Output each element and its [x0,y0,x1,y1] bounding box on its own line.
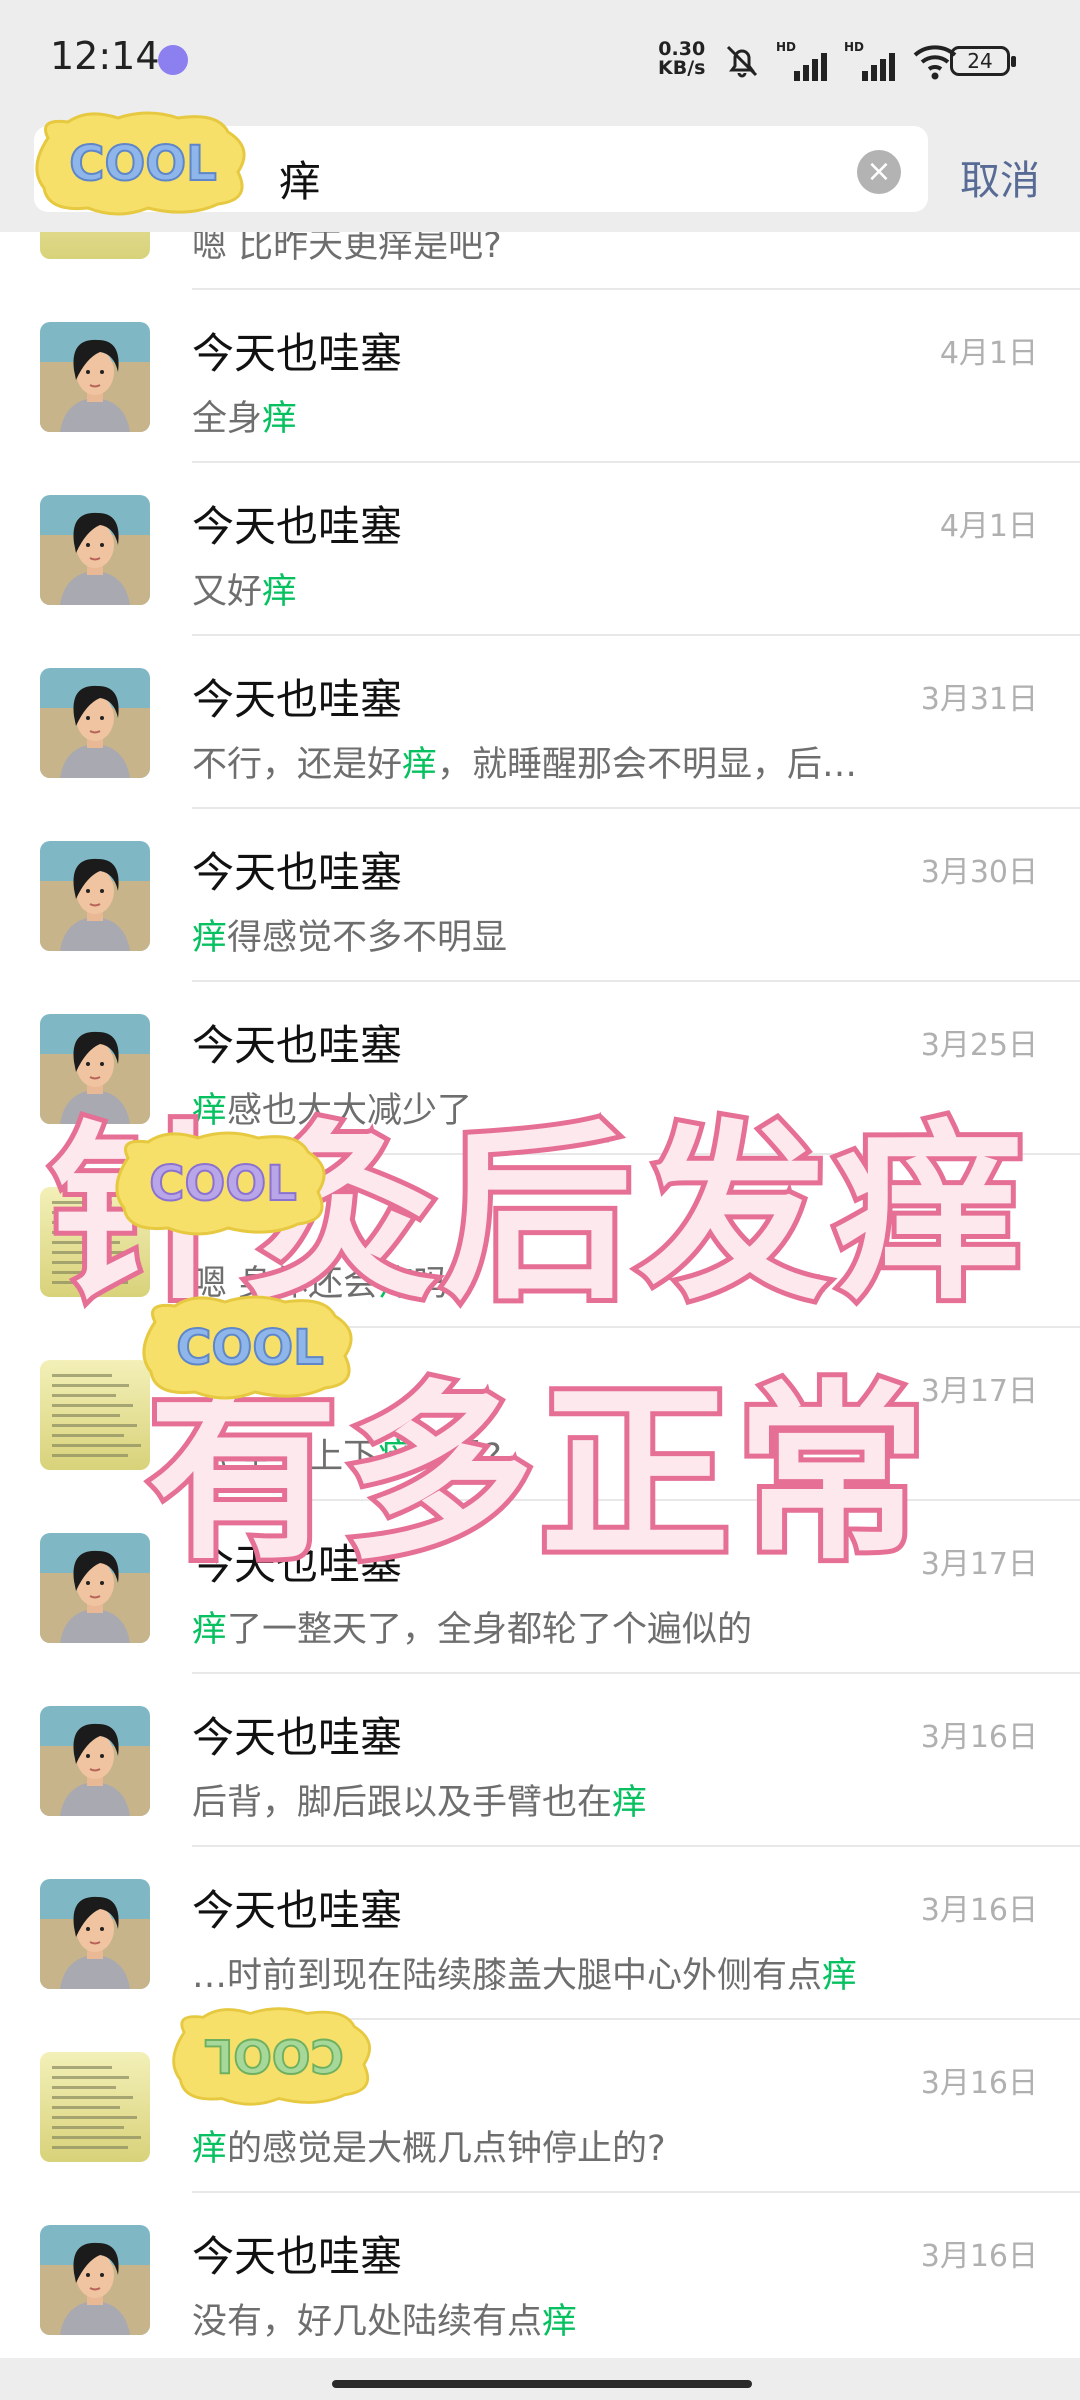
network-speed: 0.30 KB/s [658,40,705,78]
keyword-highlight: 痒 [192,1610,228,1650]
list-item[interactable]: 今天也哇塞 4月1日 全身痒 [0,290,1080,463]
svg-text:COOL: COOL [176,1320,323,1376]
snippet-text: 又好 [192,572,263,612]
snippet-text: ，就睡醒那会不明显，后… [437,745,858,785]
keyword-highlight: 痒 [542,2302,578,2342]
clear-search-icon[interactable]: × [857,150,901,194]
list-item[interactable]: 今天也哇塞 3月16日没有，好几处陆续有点痒 [0,2193,1080,2358]
keyword-highlight: 痒 [192,918,228,958]
avatar [40,232,150,259]
avatar [40,2052,150,2162]
keyword-highlight: 痒 [262,399,298,439]
battery-icon: 24 [950,46,1016,76]
message-snippet: 全身痒 [192,390,932,441]
svg-text:COOL: COOL [204,2029,343,2082]
svg-text:HD: HD [844,40,864,54]
message-date: 3月31日 [920,682,1038,717]
avatar [40,322,150,432]
message-date: 3月16日 [920,1720,1038,1755]
svg-text:COOL: COOL [149,1156,296,1212]
message-date: 4月1日 [939,509,1038,544]
avatar [40,1879,150,1989]
cool-sticker: COOL [115,1131,326,1236]
message-snippet: 嗯 比昨天更痒是吧? [192,232,502,266]
list-item[interactable]: 今天也哇塞 3月16日后背，脚后跟以及手臂也在痒 [0,1674,1080,1847]
keyword-highlight: 痒 [262,572,298,612]
chat-title: 今天也哇塞 [192,675,403,724]
svg-text:COOL: COOL [69,136,216,192]
snippet-text: 不行，还是好 [192,745,403,785]
search-query[interactable]: 痒 [279,148,321,209]
avatar [40,841,150,951]
snippet-text: 全身 [192,399,263,439]
message-snippet: 没有，好几处陆续有点痒 [192,2293,932,2344]
cool-sticker: COOL [142,1295,353,1400]
status-icons: HD HD [722,36,958,86]
chat-title: 今天也哇塞 [192,329,403,378]
status-time: 12:14 [50,34,160,78]
chat-title: 今天也哇塞 [192,1713,403,1762]
message-snippet: 痒的感觉是大概几点钟停止的? [192,2120,932,2171]
message-snippet: 又好痒 [192,563,932,614]
signal-icon-1: HD [776,40,827,81]
message-snippet: 后背，脚后跟以及手臂也在痒 [192,1774,932,1825]
message-date: 3月16日 [920,1893,1038,1928]
snippet-text: 的感觉是大概几点钟停止的? [227,2129,666,2169]
list-item[interactable]: 今天也哇塞 3月16日 …时前到现在陆续膝盖大腿中心外侧有点痒 [0,1847,1080,2020]
chat-title: 今天也哇塞 [192,502,403,551]
message-snippet: 不行，还是好痒，就睡醒那会不明显，后… [192,736,932,787]
network-speed-unit: KB/s [658,57,706,79]
chat-title: 今天也哇塞 [192,1886,403,1935]
message-date: 4月1日 [939,336,1038,371]
snippet-text: …时前到现在陆续膝盖大腿中心外侧有点 [192,1956,823,1996]
snippet-text: 后背，脚后跟以及手臂也在 [192,1783,613,1823]
message-date: 3月30日 [920,855,1038,890]
signal-icon-2: HD [844,40,895,81]
home-indicator[interactable] [332,2380,752,2388]
chat-title: 今天也哇塞 [192,2232,403,2281]
cancel-button[interactable]: 取消 [960,148,1040,206]
cool-sticker: COOL [172,2007,371,2106]
list-item[interactable]: 今天也哇塞 3月30日痒得感觉不多不明显 [0,809,1080,982]
list-item[interactable]: 3月16日痒的感觉是大概几点钟停止的? [0,2020,1080,2193]
snippet-text: 得感觉不多不明显 [227,918,508,958]
message-snippet: …时前到现在陆续膝盖大腿中心外侧有点痒 [192,1947,932,1998]
snippet-text: 了一整天了，全身都轮了个遍似的 [227,1610,753,1650]
avatar [40,2225,150,2335]
avatar [40,668,150,778]
message-date: 3月25日 [920,1028,1038,1063]
message-date: 3月16日 [920,2239,1038,2274]
snippet-text: 没有，好几处陆续有点 [192,2302,543,2342]
bell-muted-icon [726,45,758,78]
keyword-highlight: 痒 [192,2129,228,2169]
chat-title: 今天也哇塞 [192,848,403,897]
status-bar: 12:14 0.30 KB/s HD HD 24 [0,0,1080,120]
cool-sticker: COOL [35,111,246,216]
message-date: 3月16日 [920,2066,1038,2101]
avatar [40,495,150,605]
keyword-highlight: 痒 [822,1956,858,1996]
list-item-partial[interactable]: 嗯 比昨天更痒是吧? [0,232,1080,290]
message-snippet: 痒了一整天了，全身都轮了个遍似的 [192,1601,932,1652]
keyword-highlight: 痒 [612,1783,648,1823]
list-item[interactable]: 今天也哇塞 4月1日 又好痒 [0,463,1080,636]
avatar [40,1706,150,1816]
notification-app-icon [158,45,188,75]
list-item[interactable]: 今天也哇塞 3月31日不行，还是好痒，就睡醒那会不明显，后… [0,636,1080,809]
message-snippet: 痒得感觉不多不明显 [192,909,932,960]
svg-text:HD: HD [776,40,796,54]
keyword-highlight: 痒 [402,745,438,785]
